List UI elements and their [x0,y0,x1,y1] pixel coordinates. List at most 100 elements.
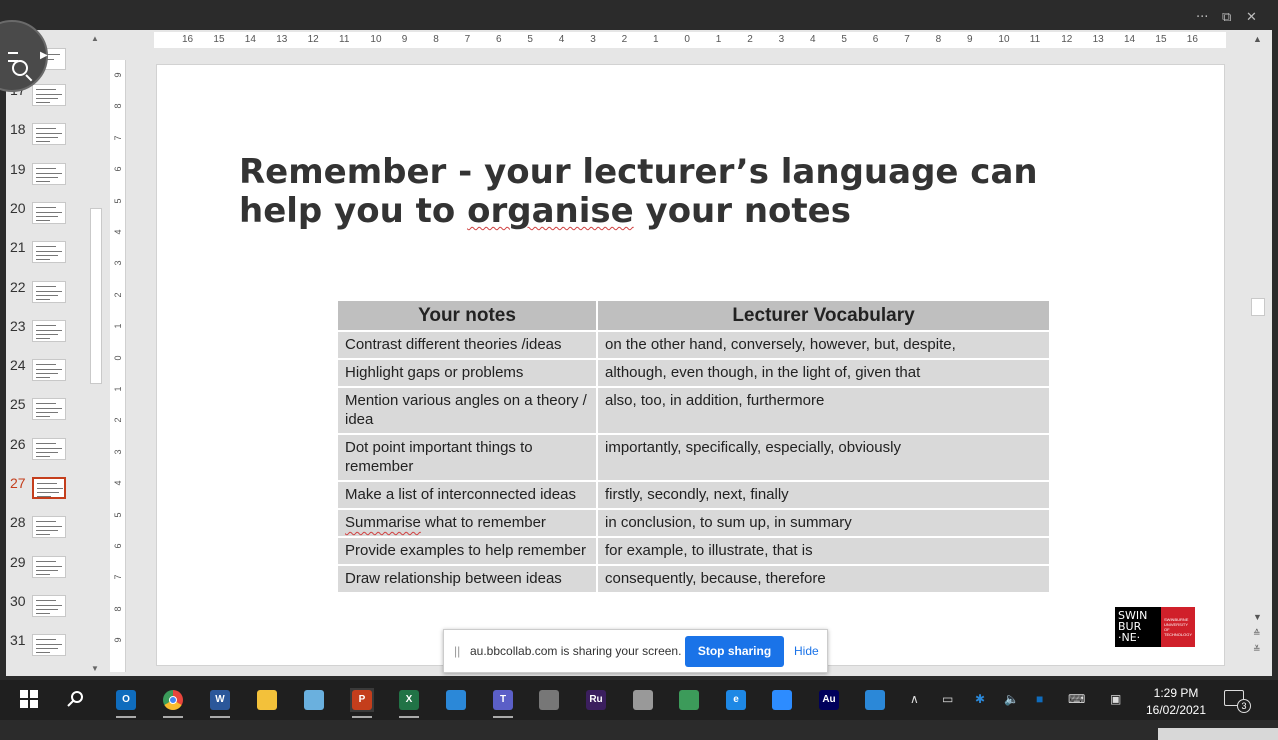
slide-number: 29 [10,553,26,570]
slide-number: 28 [10,514,26,531]
close-icon[interactable]: ✕ [1246,10,1257,26]
word-icon[interactable]: W [208,688,232,718]
sharing-message: au.bbcollab.com is sharing your screen. [470,644,682,658]
volume-icon[interactable]: 🔈 [1004,692,1019,706]
powerpoint-icon[interactable]: P [350,688,374,718]
slide-thumbnail[interactable]: 26 [6,436,86,466]
file-explorer-icon[interactable] [255,688,279,712]
notes-cell[interactable]: Provide examples to help remember [336,536,598,566]
slide-thumbnail[interactable]: 22 [6,279,86,309]
audition-icon[interactable]: Au [817,688,841,712]
notes-cell[interactable]: Summarise what to remember [336,508,598,538]
chrome-icon[interactable] [161,688,185,718]
zoom-icon[interactable] [770,688,794,712]
ruler-label: 14 [1124,34,1136,45]
scroll-down-icon[interactable]: ▼ [91,664,99,673]
vocabulary-cell[interactable]: in conclusion, to sum up, in summary [596,508,1051,538]
start-icon[interactable] [17,688,41,712]
slide-thumbnail[interactable]: 30 [6,593,86,623]
vocabulary-cell[interactable]: also, too, in addition, furthermore [596,386,1051,435]
scroll-down-icon[interactable]: ▼ [1253,612,1262,622]
slide-thumbnail[interactable]: 24 [6,357,86,387]
vocabulary-cell[interactable]: for example, to illustrate, that is [596,536,1051,566]
scroll-up-icon[interactable]: ▲ [1253,34,1262,44]
photos-icon[interactable] [863,688,887,712]
notes-cell[interactable]: Make a list of interconnected ideas [336,480,598,510]
slide-thumbnail[interactable]: 18 [6,121,86,151]
vertical-scrollbar[interactable]: ▲ ▼ ≙ ≚ [1250,30,1266,676]
slide-thumbnail[interactable]: 21 [6,239,86,269]
hide-button[interactable]: Hide [794,644,819,658]
vocabulary-cell[interactable]: firstly, secondly, next, finally [596,480,1051,510]
battery-icon[interactable]: ▭ [942,692,953,706]
ruler-label: 13 [276,34,288,45]
scrollbar-thumb[interactable] [90,208,102,384]
slide-canvas[interactable]: Remember - your lecturer’s language can … [156,64,1225,666]
vocabulary-cell[interactable]: although, even though, in the light of, … [596,358,1051,388]
ruler-label: 11 [1029,34,1041,45]
slide-thumbnail[interactable]: 28 [6,514,86,544]
slide-thumbnail[interactable]: 25 [6,396,86,426]
ruler-label: 4 [113,480,123,486]
slide-thumbnail[interactable]: 29 [6,554,86,584]
paint-icon[interactable] [302,688,326,712]
notes-cell[interactable]: Mention various angles on a theory / ide… [336,386,598,435]
thumbnail-scrollbar[interactable]: ▲ ▼ [88,30,104,676]
table-header-row: Your notes Lecturer Vocabulary [336,299,1051,332]
vocabulary-cell[interactable]: importantly, specifically, especially, o… [596,433,1051,482]
teams-icon[interactable]: T [491,688,515,718]
slide-thumbnail[interactable]: 31 [6,632,86,662]
notification-icon[interactable]: 3 [1224,690,1251,713]
next-slide-icon[interactable]: ≚ [1253,644,1261,655]
ruler-label: 9 [401,34,408,45]
show-hidden-icons-icon[interactable]: ∧ [910,692,919,706]
outlook-tray-icon[interactable]: ■ [1036,692,1043,706]
more-options-icon[interactable]: ··· [1196,10,1208,26]
rush-icon[interactable]: Ru [584,688,608,712]
notes-cell[interactable]: Contrast different theories /ideas [336,330,598,360]
windows-taskbar: O W P X T Ru e Au ∧ ▭ ✱ 🔈 ■ ⌨ ▣ 1:29 PM 16/02/2… [0,680,1278,720]
ruler-label: 16 [1186,34,1198,45]
notes-cell[interactable]: Dot point important things to remember [336,433,598,482]
outlook-icon[interactable]: O [114,688,138,718]
vocabulary-cell[interactable]: consequently, because, therefore [596,564,1051,594]
vocabulary-cell[interactable]: on the other hand, conversely, however, … [596,330,1051,360]
excel-icon[interactable]: X [397,688,421,718]
ruler-label: 5 [841,34,847,45]
scrollbar-thumb[interactable] [1251,298,1265,316]
drag-handle-icon[interactable]: || [454,644,460,658]
edge-icon[interactable]: e [724,688,748,712]
thumbnail-image [32,201,66,224]
bluetooth-icon[interactable]: ✱ [975,692,985,706]
camera-icon[interactable] [537,688,561,712]
ruler-label: 9 [113,72,123,78]
ruler-label: 3 [113,260,123,266]
vocabulary-table[interactable]: Your notes Lecturer Vocabulary Contrast … [336,299,1051,594]
slide-thumbnail[interactable]: 27 [6,475,86,505]
thumbnail-image [32,634,66,657]
network-icon[interactable] [677,688,701,712]
thumbnail-image [32,123,66,146]
files-icon[interactable] [444,688,468,712]
slide-title[interactable]: Remember - your lecturer’s language can … [239,153,1099,231]
slide-thumbnail[interactable]: 19 [6,161,86,191]
stop-sharing-button[interactable]: Stop sharing [685,636,784,667]
ruler-label: 4 [113,229,123,235]
slide-thumbnail[interactable]: 20 [6,200,86,230]
thumbnail-image [32,241,66,264]
keyboard-icon[interactable]: ⌨ [1068,692,1085,706]
slide-number: 21 [10,239,26,256]
table-row: Summarise what to remember in conclusion,… [336,508,1051,538]
slide-thumbnail[interactable]: 23 [6,318,86,348]
notes-cell[interactable]: Highlight gaps or problems [336,358,598,388]
restore-icon[interactable]: ⧉ [1222,10,1231,26]
notes-cell[interactable]: Draw relationship between ideas [336,564,598,594]
ruler-label: 11 [339,34,350,45]
scroll-up-icon[interactable]: ▲ [91,34,99,43]
header-lecturer-vocabulary: Lecturer Vocabulary [596,299,1051,332]
search-icon[interactable] [64,688,88,712]
system-clock[interactable]: 1:29 PM 16/02/2021 [1140,685,1212,719]
tablet-mode-icon[interactable]: ▣ [1110,692,1121,706]
previous-slide-icon[interactable]: ≙ [1253,628,1261,639]
recorder-icon[interactable] [631,688,655,712]
